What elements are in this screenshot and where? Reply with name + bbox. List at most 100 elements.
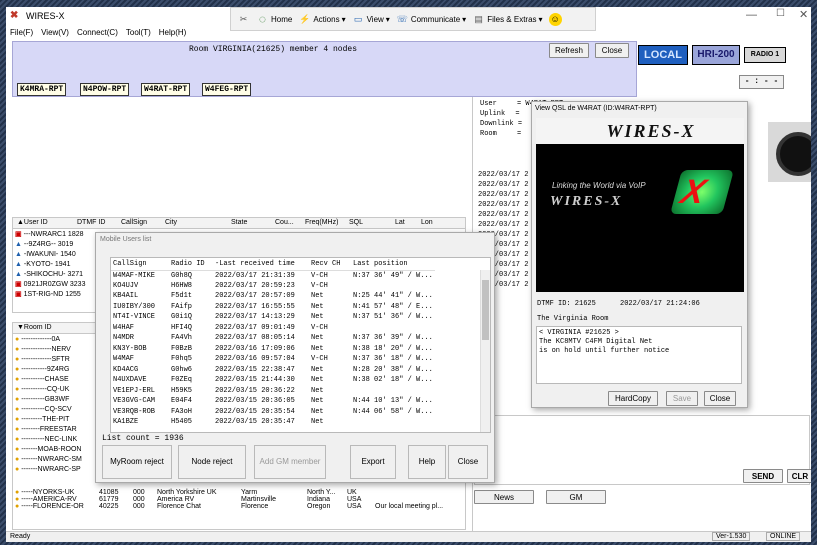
recv-ch: Net (311, 376, 324, 385)
list-item[interactable]: ● -------MOAB-ROON (15, 445, 103, 455)
table-row[interactable]: ▲ -IWAKUNI- 1540 (15, 250, 103, 260)
news-button[interactable]: News (474, 490, 534, 504)
col-dtmf-id[interactable]: DTMF ID (77, 219, 105, 226)
col-freq[interactable]: Freq(MHz) (305, 219, 338, 226)
table-row[interactable]: ▣ ---NWRARC1 1828 (15, 230, 103, 240)
table-row[interactable]: ● -----NYORKS-UK 41085 000 North Yorkshire … (15, 489, 443, 496)
table-row[interactable]: ▣ 1ST-RIG-ND 1255 (15, 290, 103, 300)
send-button[interactable]: SEND (743, 469, 783, 483)
table-row[interactable]: ● -----FLORENCE-OR 40225 000 Florence Chat F… (15, 503, 443, 510)
callsign: Florence Chat (157, 503, 201, 510)
menu-tool[interactable]: Tool(T) (126, 28, 151, 41)
list-item[interactable]: ● --------FREESTAR (15, 425, 103, 435)
col-radio-id[interactable]: Radio ID (169, 259, 213, 270)
toolbar-home[interactable]: ◌ Home (256, 12, 292, 26)
col-city[interactable]: City (165, 219, 177, 226)
col-lon[interactable]: Lon (421, 219, 433, 226)
list-item[interactable]: ● ----------GB3WF (15, 395, 103, 405)
menu-view[interactable]: View(V) (41, 28, 69, 41)
room-close-button[interactable]: Close (595, 43, 629, 58)
help-button[interactable]: Help (408, 445, 446, 479)
table-row[interactable]: ● -----AMERICA-RV 61779 000 America RV Marti… (15, 496, 443, 503)
minimize-button[interactable]: — (746, 9, 757, 21)
mobile-scrollbar[interactable] (480, 270, 490, 432)
list-item[interactable]: ● -------------NERV (15, 345, 103, 355)
col-sql[interactable]: SQL (349, 219, 363, 226)
table-row[interactable]: W4MAF-MIKE G0h8Q 2022/03/17 21:31:39 V-CH N:… (111, 270, 435, 281)
last-time: 2022/03/17 21:31:39 (215, 271, 295, 280)
table-row[interactable]: ▲ --9Z4RG-- 3019 (15, 240, 103, 250)
qsl-close-button[interactable]: Close (704, 391, 736, 406)
table-row[interactable]: VE3GVG-CAM E04F4 2022/03/15 20:36:05 Net N:4… (111, 396, 435, 407)
callsign: W4MAF-MIKE (113, 271, 156, 280)
refresh-button[interactable]: Refresh (549, 43, 589, 58)
table-row[interactable]: NT4I-VINCE G0i1Q 2022/03/17 14:13:29 Net N:3… (111, 312, 435, 323)
col-callsign[interactable]: CallSign (121, 219, 147, 226)
list-item[interactable]: ● ----------NEC-LINK (15, 435, 103, 445)
col-lat[interactable]: Lat (395, 219, 405, 226)
country: UK (347, 489, 357, 496)
clr-button[interactable]: CLR (787, 469, 811, 483)
export-button[interactable]: Export (350, 445, 396, 479)
col-room-id[interactable]: ▼Room ID (17, 324, 52, 331)
qsl-title: View QSL de W4RAT (ID:W4RAT-RPT) (535, 105, 657, 112)
table-row[interactable]: KD4ACG G0hw6 2022/03/15 22:38:47 Net N:28 20… (111, 365, 435, 376)
table-row[interactable]: KN3Y-BOB F0BzB 2022/03/16 17:09:06 Net N:38 … (111, 344, 435, 355)
member-node[interactable]: K4MRA-RPT (17, 83, 67, 96)
col-recv-ch[interactable]: Recv CH (309, 259, 351, 270)
dial-knob-icon[interactable] (776, 132, 811, 176)
myroom-reject-button[interactable]: MyRoom reject (102, 445, 172, 479)
col-country[interactable]: Cou... (275, 219, 294, 226)
table-row[interactable]: N4MDR FA4Vh 2022/03/17 08:05:14 Net N:37 36'… (111, 333, 435, 344)
toolbar-smiley[interactable]: ☺ (548, 12, 562, 26)
list-item[interactable]: ● -----------9Z4RG (15, 365, 103, 375)
toolbar-communicate[interactable]: ☏ Communicate ▾ (396, 13, 467, 26)
table-row[interactable]: ▲ -KYOTO- 1941 (15, 260, 103, 270)
list-item[interactable]: ● -----------CQ-UK (15, 385, 103, 395)
mobile-close-button[interactable]: Close (448, 445, 488, 479)
table-row[interactable]: W4MAF F0hq5 2022/03/16 09:57:04 V-CH N:37 36… (111, 354, 435, 365)
col-last-position[interactable]: Last position (351, 259, 435, 270)
member-node[interactable]: W4FEG-RPT (202, 83, 252, 96)
radio-indicator[interactable]: RADIO 1 (744, 47, 786, 63)
table-row[interactable]: IU0IBY/300 FAifp 2022/03/17 16:55:55 Net N:4… (111, 302, 435, 313)
scrollbar-thumb[interactable] (482, 280, 489, 340)
table-row[interactable]: ▲ -SHIKOCHU- 3271 (15, 270, 103, 280)
table-row[interactable]: VE3RQB-ROB FA3oH 2022/03/15 20:35:54 Net N:4… (111, 407, 435, 418)
menu-help[interactable]: Help(H) (159, 28, 187, 41)
toolbar-tools[interactable]: ✂ (237, 13, 250, 26)
col-state[interactable]: State (231, 219, 247, 226)
list-item[interactable]: ● -------------SFTR (15, 355, 103, 365)
table-row[interactable]: KB4AIL F5d1t 2022/03/17 20:57:09 Net N:25 44… (111, 291, 435, 302)
table-row[interactable]: W4HAF HFI4Q 2022/03/17 09:01:49 V-CH (111, 323, 435, 334)
dtmf-id: 3271 (67, 271, 84, 278)
list-item[interactable]: ● ---------THE-PIT (15, 415, 103, 425)
save-button[interactable]: Save (666, 391, 698, 406)
col-callsign[interactable]: CallSign (111, 259, 169, 270)
col-last-time[interactable]: -Last received time (213, 259, 309, 270)
table-row[interactable]: KA1BZE H5405 2022/03/15 20:35:47 Net (111, 417, 435, 428)
member-node[interactable]: W4RAT-RPT (141, 83, 191, 96)
menu-connect[interactable]: Connect(C) (77, 28, 118, 41)
table-row[interactable]: KO4UJV H6HW8 2022/03/17 20:59:23 V-CH (111, 281, 435, 292)
list-item[interactable]: ● -------NWRARC-SM (15, 455, 103, 465)
add-gm-member-button[interactable]: Add GM member (254, 445, 326, 479)
hardcopy-button[interactable]: HardCopy (608, 391, 658, 406)
maximize-button[interactable]: ☐ (776, 8, 785, 19)
member-node[interactable]: N4POW-RPT (80, 83, 130, 96)
col-user-id[interactable]: ▲User ID (17, 219, 48, 226)
list-item[interactable]: ● -------------0A (15, 335, 103, 345)
close-window-button[interactable]: ✕ (799, 8, 808, 21)
list-item[interactable]: ● ----------CQ-SCV (15, 405, 103, 415)
table-row[interactable]: N4UXDAVE F0ZEq 2022/03/15 21:44:30 Net N:38 … (111, 375, 435, 386)
list-item[interactable]: ● -------NWRARC-SP (15, 465, 103, 475)
node-reject-button[interactable]: Node reject (178, 445, 246, 479)
toolbar-files[interactable]: ▤ Files & Extras ▾ (472, 13, 542, 26)
toolbar-actions[interactable]: ⚡ Actions ▾ (298, 13, 345, 26)
toolbar-view[interactable]: ▭ View ▾ (352, 13, 390, 26)
table-row[interactable]: ▣ 0921JR0ZGW 3233 (15, 280, 103, 290)
gm-button[interactable]: GM (546, 490, 606, 504)
list-item[interactable]: ● ----------CHASE (15, 375, 103, 385)
table-row[interactable]: VE1EPJ-ERL H59K5 2022/03/15 20:36:22 Net (111, 386, 435, 397)
menu-file[interactable]: File(F) (10, 28, 33, 41)
